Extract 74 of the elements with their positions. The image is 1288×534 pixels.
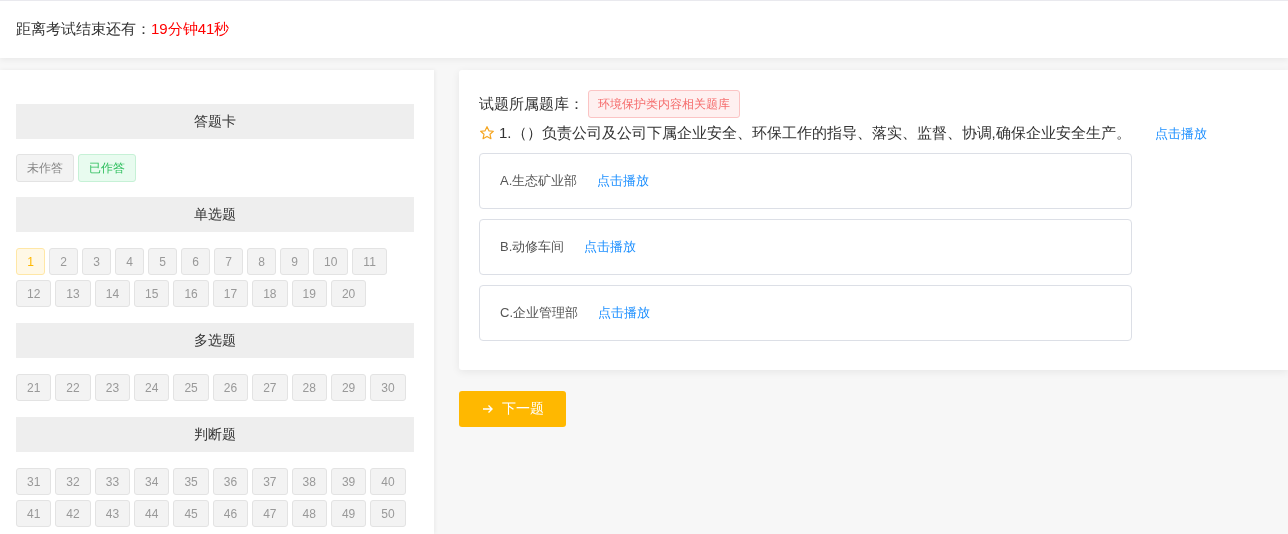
question-number-button[interactable]: 22	[55, 374, 91, 401]
question-number-button[interactable]: 3	[82, 248, 111, 275]
question-number-button[interactable]: 7	[214, 248, 243, 275]
question-number-button[interactable]: 32	[55, 468, 91, 495]
question-number-button[interactable]: 47	[252, 500, 288, 527]
star-icon[interactable]	[479, 125, 495, 142]
question-number-button[interactable]: 5	[148, 248, 177, 275]
option-text: A.生态矿业部	[500, 171, 578, 190]
section-header: 判断题	[16, 417, 414, 452]
question-number-button[interactable]: 6	[181, 248, 210, 275]
question-number-button[interactable]: 15	[134, 280, 170, 307]
question-number-button[interactable]: 30	[370, 374, 406, 401]
option-text: C.企业管理部	[500, 303, 578, 322]
question-number-button[interactable]: 50	[370, 500, 406, 527]
answer-option[interactable]: B.动修车间 点击播放	[479, 218, 1132, 275]
question-number-button[interactable]: 12	[16, 280, 52, 307]
question-number-button[interactable]: 14	[94, 280, 131, 307]
question-number-button[interactable]: 45	[173, 500, 209, 527]
question-number-button[interactable]: 10	[313, 248, 349, 275]
question-number-button[interactable]: 27	[252, 374, 288, 401]
question-number-button[interactable]: 16	[173, 280, 209, 307]
play-link[interactable]: 点击播放	[597, 170, 650, 191]
timer-label: 距离考试结束还有：	[16, 19, 151, 40]
question-number-button[interactable]: 38	[291, 468, 327, 495]
question-number-button[interactable]: 33	[94, 468, 131, 495]
question-number-button[interactable]: 8	[247, 248, 276, 275]
question-number-button[interactable]: 40	[370, 468, 406, 495]
question-number-button[interactable]: 42	[55, 500, 91, 527]
question-number-button[interactable]: 41	[16, 500, 52, 527]
question-number-button[interactable]: 46	[212, 500, 249, 527]
question-number-button[interactable]: 25	[173, 374, 209, 401]
question-number-button[interactable]: 18	[252, 280, 288, 307]
question-number-button[interactable]: 37	[252, 468, 288, 495]
question-number-button[interactable]: 24	[134, 374, 170, 401]
arrow-right-icon	[481, 402, 494, 415]
question-number-button[interactable]: 1	[16, 248, 45, 275]
question-number-button[interactable]: 9	[280, 248, 309, 275]
question-number-button[interactable]: 21	[16, 374, 52, 401]
question-number-button[interactable]: 29	[330, 374, 367, 401]
option-text: B.动修车间	[500, 237, 565, 256]
play-link[interactable]: 点击播放	[598, 302, 650, 323]
question-number-button[interactable]: 4	[115, 248, 144, 275]
question-number-button[interactable]: 44	[134, 500, 170, 527]
legend-tag: 已作答	[78, 154, 136, 182]
question-text: 1.（）负责公司及公司下属企业安全、环保工作的指导、落实、监督、协调,确保企业安全生产。	[499, 123, 1131, 143]
question-bank-tag: 环境保护类内容相关题库	[588, 90, 740, 118]
question-number-button[interactable]: 48	[291, 500, 327, 527]
question-number-button[interactable]: 13	[55, 280, 91, 307]
question-number-button[interactable]: 34	[134, 468, 170, 495]
question-number-button[interactable]: 20	[330, 280, 367, 307]
question-number-button[interactable]: 2	[49, 248, 78, 275]
question-bank-label: 试题所属题库：	[479, 93, 584, 114]
section-header: 答题卡	[16, 104, 414, 139]
section-header: 单选题	[16, 197, 414, 232]
answer-option[interactable]: A.生态矿业部 点击播放	[479, 152, 1132, 209]
question-number-button[interactable]: 35	[173, 468, 209, 495]
question-number-button[interactable]: 49	[330, 500, 367, 527]
play-link[interactable]: 点击播放	[584, 236, 637, 257]
question-number-button[interactable]: 17	[212, 280, 249, 307]
section-header: 多选题	[16, 323, 414, 358]
question-number-button[interactable]: 26	[212, 374, 249, 401]
legend-tag: 未作答	[16, 154, 74, 182]
question-number-button[interactable]: 19	[291, 280, 327, 307]
question-number-button[interactable]: 28	[291, 374, 327, 401]
question-number-button[interactable]: 39	[330, 468, 367, 495]
question-number-button[interactable]: 36	[212, 468, 249, 495]
next-question-button[interactable]: 下一题	[459, 390, 566, 427]
question-number-button[interactable]: 23	[94, 374, 131, 401]
play-link[interactable]: 点击播放	[1154, 123, 1207, 143]
question-number-button[interactable]: 31	[16, 468, 52, 495]
question-number-button[interactable]: 11	[352, 248, 387, 275]
answer-option[interactable]: C.企业管理部 点击播放	[479, 284, 1132, 341]
timer-value: 19分钟41秒	[151, 19, 230, 40]
question-number-button[interactable]: 43	[94, 500, 131, 527]
